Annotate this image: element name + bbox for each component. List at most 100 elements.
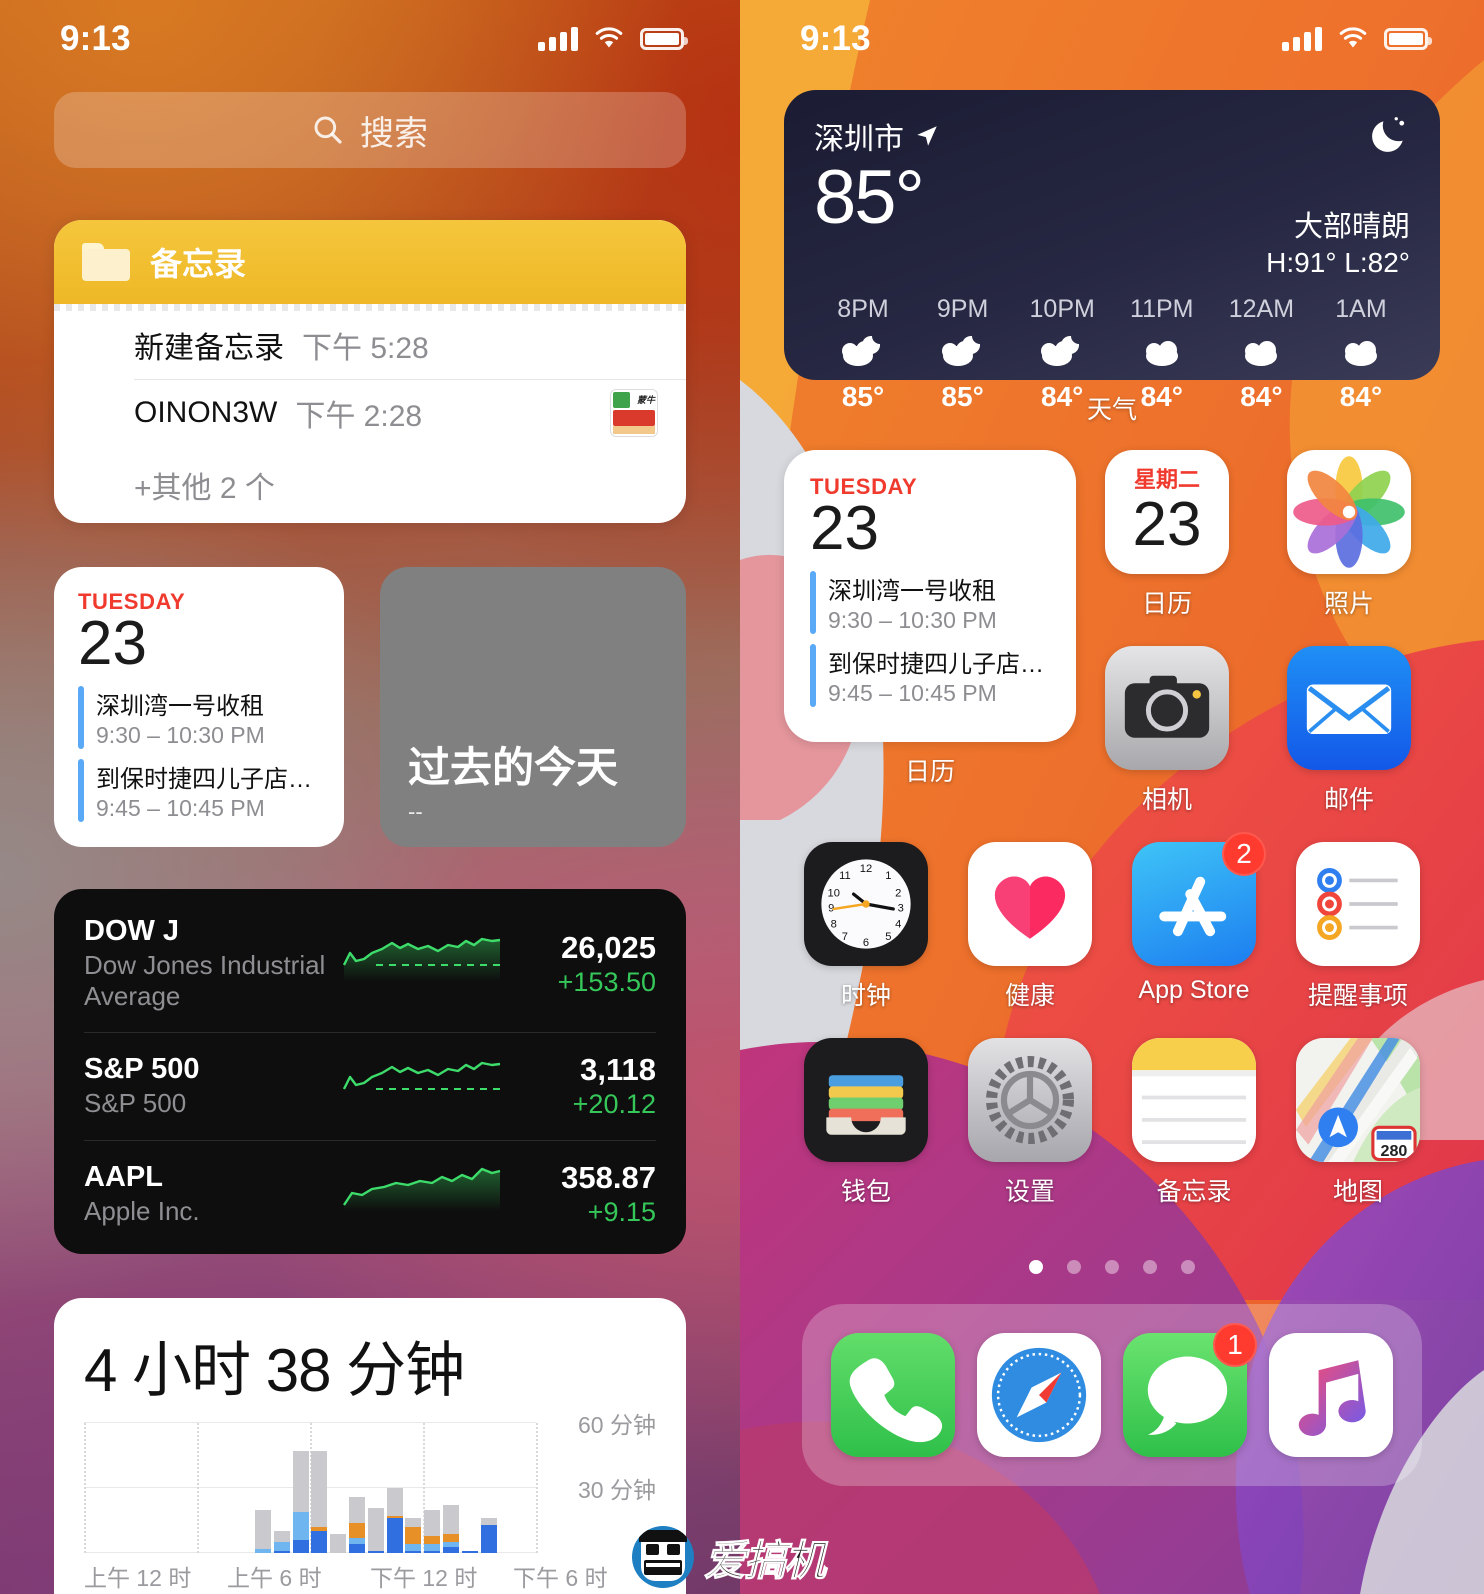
svg-text:10: 10 xyxy=(828,888,840,900)
weather-hour-column: 11PM 84° xyxy=(1113,295,1211,413)
chart-bar-column xyxy=(348,1423,367,1553)
stock-change: +9.15 xyxy=(587,1197,656,1227)
app-icon-reminders[interactable]: 提醒事项 xyxy=(1276,842,1440,1012)
app-icon-phone[interactable] xyxy=(831,1333,955,1457)
calendar-day-number: 23 xyxy=(78,609,147,678)
weather-widget[interactable]: 深圳市 85° 大部晴朗 H:91° L:82° 8PM 85° 9PM 85°… xyxy=(784,90,1440,412)
chart-bar-segment xyxy=(292,1540,309,1553)
chart-bar-segment xyxy=(273,1531,290,1543)
chart-bar-segment xyxy=(461,1550,478,1553)
app-label: 照片 xyxy=(1323,590,1374,618)
watermark: 爱搞机 xyxy=(632,1526,827,1588)
chart-bar-column xyxy=(103,1423,122,1553)
weather-hour-column: 1AM 84° xyxy=(1312,295,1410,413)
chart-bar-column xyxy=(140,1423,159,1553)
list-item[interactable]: OINON3W 下午 2:28 蒙牛 xyxy=(54,379,686,447)
today-view-scroll[interactable]: 搜索 备忘录 新建备忘录 下午 5:28 OINON3W 下午 2:28 蒙牛 … xyxy=(0,78,740,1594)
note-title: OINON3W xyxy=(134,396,278,429)
table-row[interactable]: DOW J Dow Jones Industrial Average 26,02… xyxy=(54,895,686,1032)
weather-hour-column: 8PM 85° xyxy=(814,295,912,413)
chart-y-tick-label: 60 分钟 xyxy=(578,1412,656,1438)
app-icon-messages[interactable]: 1 xyxy=(1123,1323,1257,1457)
search-input[interactable]: 搜索 xyxy=(54,92,686,168)
chart-bar-segment xyxy=(405,1550,422,1553)
note-time: 下午 5:28 xyxy=(302,332,429,365)
calendar-widget-large[interactable]: TUESDAY 23 深圳湾一号收租 9:30 – 10:30 PM 到保时捷四… xyxy=(784,450,1076,742)
stock-symbol: DOW J xyxy=(84,915,180,947)
weather-hour-column: 9PM 85° xyxy=(914,295,1012,413)
widget-row-calendar-memories: TUESDAY 23 深圳湾一号收租 9:30 – 10:30 PM 到保时捷四… xyxy=(54,567,686,847)
chart-bar-segment xyxy=(405,1527,422,1545)
screen-time-widget[interactable]: 4 小时 38 分钟 60 分钟30 分钟0 上午 12 时上午 6 时下午 1… xyxy=(54,1298,686,1594)
notes-more-link[interactable]: +其他 2 个 xyxy=(54,447,686,523)
app-icon-photos[interactable]: 照片 xyxy=(1258,450,1440,620)
weather-hour-column: 10PM 84° xyxy=(1013,295,1111,413)
page-indicator-dots[interactable] xyxy=(784,1260,1440,1274)
app-icon-calendar[interactable]: 星期二 23 日历 xyxy=(1076,450,1258,620)
calendar-event[interactable]: 深圳湾一号收租 9:30 – 10:30 PM xyxy=(78,686,320,750)
list-item[interactable]: 新建备忘录 下午 5:28 xyxy=(54,311,686,379)
memories-title: 过去的今天 xyxy=(408,744,619,791)
screen-time-total: 4 小时 38 分钟 xyxy=(84,1337,465,1404)
app-icon-clock[interactable]: 12 1 2 345 678 9 10 11 时钟 xyxy=(784,842,948,1012)
chart-bar xyxy=(292,1451,309,1553)
screenshot-stage: 9:13 搜索 备忘录 新建备忘录 下午 5:28 OINON3W 下午 2:2… xyxy=(0,0,1484,1594)
page-dot[interactable] xyxy=(1105,1260,1119,1274)
app-label: 相机 xyxy=(1141,786,1192,814)
cloud-icon xyxy=(1137,332,1187,373)
chart-bar-column xyxy=(366,1423,385,1553)
page-dot[interactable] xyxy=(1067,1260,1081,1274)
dock: 1 xyxy=(802,1304,1422,1486)
app-icon-health[interactable]: 健康 xyxy=(948,842,1112,1012)
chart-bar-column xyxy=(122,1423,141,1553)
chart-bar-segment xyxy=(424,1535,441,1545)
chart-bar xyxy=(480,1518,497,1553)
event-color-bar xyxy=(810,644,816,708)
app-icon-appstore[interactable]: 2 App Store xyxy=(1112,832,1276,1012)
chart-bar-segment xyxy=(367,1507,384,1551)
calendar-event[interactable]: 到保时捷四儿子店… 9:45 – 10:45 PM xyxy=(810,644,1050,708)
stocks-widget[interactable]: DOW J Dow Jones Industrial Average 26,02… xyxy=(54,889,686,1254)
weather-hour-temp: 84° xyxy=(1339,381,1383,412)
app-icon-camera[interactable]: 相机 xyxy=(1076,646,1258,816)
weather-hour-time: 8PM xyxy=(837,295,889,323)
app-icon-notes[interactable]: 备忘录 xyxy=(1112,1038,1276,1208)
event-time: 9:45 – 10:45 PM xyxy=(96,795,265,822)
cellular-bars-icon xyxy=(538,27,578,51)
stock-symbol: S&P 500 xyxy=(84,1053,200,1085)
stock-name: Apple Inc. xyxy=(84,1196,200,1226)
table-row[interactable]: AAPL Apple Inc. 358.87 +9.15 xyxy=(54,1140,686,1248)
table-row[interactable]: S&P 500 S&P 500 3,118 +20.12 xyxy=(54,1032,686,1140)
page-dot[interactable] xyxy=(1029,1260,1043,1274)
cloud-icon xyxy=(1336,332,1386,373)
notes-widget[interactable]: 备忘录 新建备忘录 下午 5:28 OINON3W 下午 2:28 蒙牛 +其他… xyxy=(54,220,686,523)
note-thumbnail-milk: 蒙牛 xyxy=(610,389,658,437)
page-dot[interactable] xyxy=(1143,1260,1157,1274)
weather-condition: 大部晴朗 xyxy=(1293,211,1410,243)
memories-widget[interactable]: 过去的今天 -- xyxy=(380,567,686,847)
calendar-event[interactable]: 到保时捷四儿子店… 9:45 – 10:45 PM xyxy=(78,759,320,823)
app-icon-maps[interactable]: 280 地图 xyxy=(1276,1038,1440,1208)
page-dot[interactable] xyxy=(1181,1260,1195,1274)
weather-hour-time: 10PM xyxy=(1029,295,1095,323)
calendar-widget-small[interactable]: TUESDAY 23 深圳湾一号收租 9:30 – 10:30 PM 到保时捷四… xyxy=(54,567,344,847)
stock-symbol: AAPL xyxy=(84,1161,163,1193)
app-icon-wallet[interactable]: 钱包 xyxy=(784,1038,948,1208)
chart-x-tick-label: 下午 12 时 xyxy=(370,1565,478,1591)
chart-x-axis: 上午 12 时上午 6 时下午 12 时下午 6 时 xyxy=(84,1559,656,1593)
stock-sparkline xyxy=(342,1057,502,1115)
chart-bar-segment xyxy=(424,1550,441,1553)
event-time: 9:30 – 10:30 PM xyxy=(96,722,265,749)
app-label: 设置 xyxy=(1004,1178,1055,1206)
app-icon-music[interactable] xyxy=(1269,1333,1393,1457)
app-label: 钱包 xyxy=(840,1178,891,1206)
chart-bar-segment xyxy=(424,1509,441,1536)
app-icon-settings[interactable]: 设置 xyxy=(948,1038,1112,1208)
stock-change: +20.12 xyxy=(572,1089,656,1119)
chart-bar-segment xyxy=(311,1451,328,1528)
apps-row-4: 钱包 设置 备忘录 280 地图 xyxy=(784,1038,1440,1208)
calendar-event[interactable]: 深圳湾一号收租 9:30 – 10:30 PM xyxy=(810,571,1050,635)
app-icon-safari[interactable] xyxy=(977,1333,1101,1457)
weather-hour-temp: 84° xyxy=(1240,381,1283,412)
app-icon-mail[interactable]: 邮件 xyxy=(1258,646,1440,816)
